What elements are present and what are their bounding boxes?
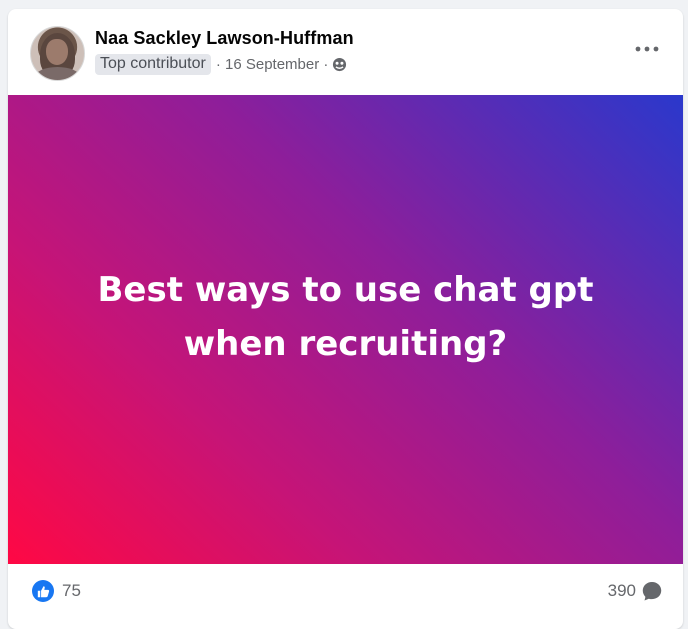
author-name[interactable]: Naa Sackley Lawson-Huffman — [95, 28, 354, 49]
author-avatar[interactable] — [30, 26, 85, 81]
post-banner-text: Best ways to use chat gpt when recruitin… — [97, 269, 594, 364]
more-options-button[interactable] — [631, 39, 663, 59]
globe-icon[interactable] — [332, 57, 347, 72]
more-horizontal-icon — [635, 46, 659, 52]
like-icon — [32, 580, 54, 602]
top-contributor-badge[interactable]: Top contributor — [95, 54, 211, 75]
post-meta: Top contributor · 16 September · — [95, 54, 347, 75]
comment-bubble-icon — [642, 581, 662, 601]
comment-count: 390 — [607, 581, 636, 600]
reactions-count[interactable]: 75 — [32, 580, 81, 602]
post-header: Naa Sackley Lawson-Huffman Top contribut… — [8, 9, 683, 95]
post-card: Naa Sackley Lawson-Huffman Top contribut… — [8, 9, 683, 629]
like-count: 75 — [62, 581, 81, 600]
comments-count[interactable]: 390 — [608, 580, 663, 602]
post-date[interactable]: · 16 September · — [216, 56, 329, 73]
post-banner[interactable]: Best ways to use chat gpt when recruitin… — [8, 95, 683, 564]
post-footer: 75 390 — [8, 564, 683, 620]
